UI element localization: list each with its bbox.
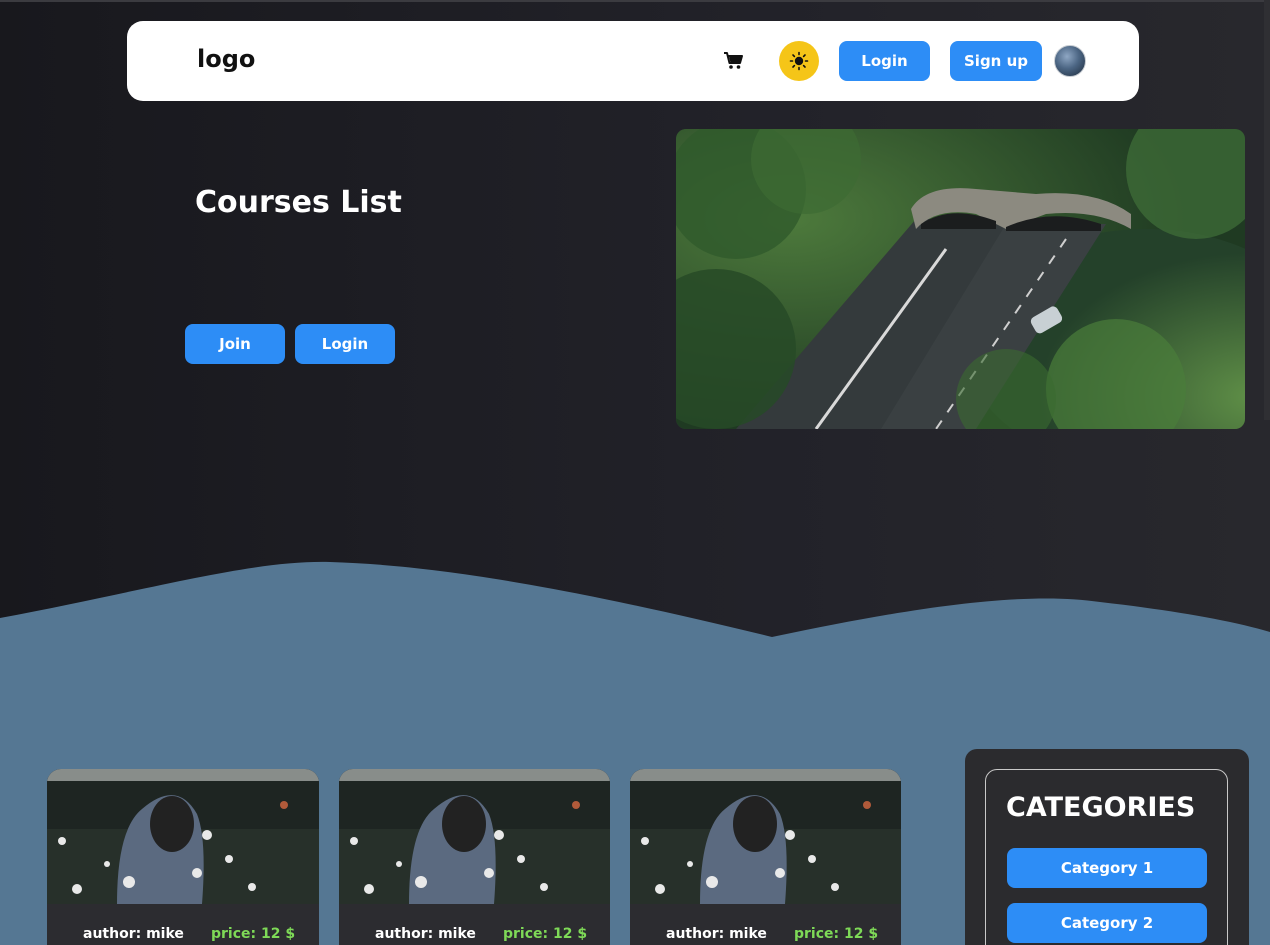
categories-box: CATEGORIES Category 1 Category 2: [985, 769, 1228, 945]
top-border: [0, 0, 1270, 2]
category-button-1[interactable]: Category 1: [1007, 848, 1207, 888]
course-image: [339, 769, 610, 904]
course-author: author: mike: [375, 926, 476, 942]
cart-icon[interactable]: [723, 51, 745, 71]
page-title: Courses List: [195, 185, 402, 220]
join-button[interactable]: Join: [185, 324, 285, 364]
category-button-2[interactable]: Category 2: [1007, 903, 1207, 943]
hero-image: [676, 129, 1245, 429]
course-card-footer: author: mike price: 12 $: [630, 904, 901, 945]
course-price: price: 12 $: [794, 926, 879, 942]
course-card-footer: author: mike price: 12 $: [47, 904, 319, 945]
course-card-footer: author: mike price: 12 $: [339, 904, 610, 945]
course-author: author: mike: [83, 926, 184, 942]
scrollbar[interactable]: [1264, 0, 1270, 420]
logo[interactable]: logo: [197, 45, 255, 73]
course-card[interactable]: author: mike price: 12 $: [47, 769, 319, 945]
course-card[interactable]: author: mike price: 12 $: [630, 769, 901, 945]
course-author: author: mike: [666, 926, 767, 942]
page: logo Login Sign up Courses List Join Log…: [0, 0, 1270, 945]
hero-login-button[interactable]: Login: [295, 324, 395, 364]
sun-icon: [789, 51, 809, 71]
theme-toggle[interactable]: [779, 41, 819, 81]
categories-title: CATEGORIES: [1006, 792, 1196, 823]
nav-signup-button[interactable]: Sign up: [950, 41, 1042, 81]
navbar: logo Login Sign up: [127, 21, 1139, 101]
nav-login-button[interactable]: Login: [839, 41, 930, 81]
categories-panel: CATEGORIES Category 1 Category 2: [965, 749, 1249, 945]
course-price: price: 12 $: [503, 926, 588, 942]
avatar[interactable]: [1054, 45, 1086, 77]
course-card[interactable]: author: mike price: 12 $: [339, 769, 610, 945]
course-image: [47, 769, 319, 904]
course-image: [630, 769, 901, 904]
course-price: price: 12 $: [211, 926, 296, 942]
